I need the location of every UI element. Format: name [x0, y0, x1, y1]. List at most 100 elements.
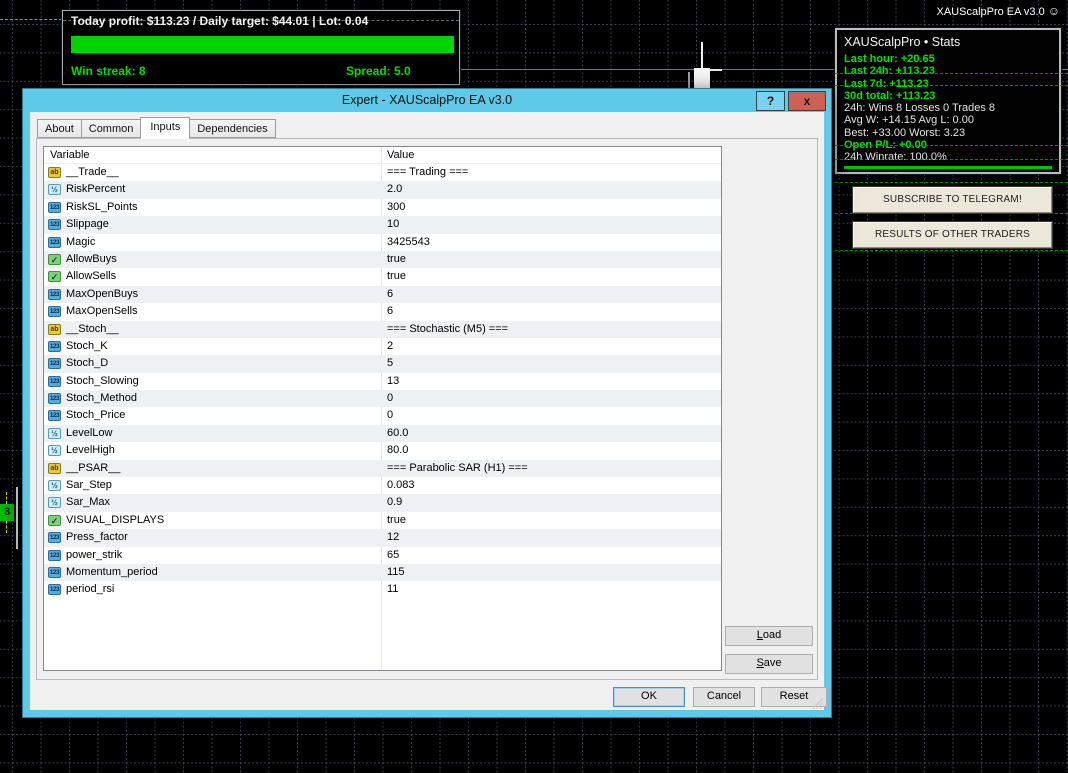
save-button[interactable]: Save	[725, 654, 813, 674]
param-row-RiskSL_Points[interactable]: 123 RiskSL_Points 300	[44, 199, 721, 216]
param-value[interactable]: 2.0	[387, 181, 402, 198]
cancel-button[interactable]: Cancel	[693, 687, 755, 707]
param-row-Stoch_Method[interactable]: 123 Stoch_Method 0	[44, 390, 721, 408]
param-row-VISUAL_DISPLAYS[interactable]: ✓ VISUAL_DISPLAYS true	[44, 512, 721, 529]
int-type-icon: 123	[48, 219, 61, 231]
tab-dependencies[interactable]: Dependencies	[189, 119, 276, 138]
yellow-dash-line	[6, 521, 7, 533]
price-tick	[710, 69, 722, 71]
param-row-period_rsi[interactable]: 123 period_rsi 11	[44, 581, 721, 598]
param-row-__Trade__[interactable]: ab __Trade__ === Trading ===	[44, 164, 721, 181]
param-name: AllowBuys	[66, 252, 117, 265]
param-value[interactable]: === Parabolic SAR (H1) ===	[387, 460, 528, 477]
param-value[interactable]: true	[387, 268, 406, 285]
dialog-title: Expert - XAUScalpPro EA v3.0	[341, 93, 513, 107]
int-type-icon: 123	[48, 393, 61, 405]
param-value[interactable]: 5	[387, 355, 393, 372]
tab-inputs[interactable]: Inputs	[140, 117, 191, 139]
param-row-Stoch_K[interactable]: 123 Stoch_K 2	[44, 338, 721, 355]
win-streak-label: Win streak: 8	[71, 64, 146, 78]
param-row-MaxOpenSells[interactable]: 123 MaxOpenSells 6	[44, 303, 721, 320]
load-button[interactable]: Load	[725, 626, 813, 646]
param-name: __Trade__	[66, 166, 119, 178]
param-row-LevelLow[interactable]: ½ LevelLow 60.0	[44, 424, 721, 443]
param-value[interactable]: 300	[387, 199, 405, 216]
close-button[interactable]: x	[788, 91, 826, 111]
param-row-LevelHigh[interactable]: ½ LevelHigh 80.0	[44, 442, 721, 459]
param-value[interactable]: 65	[387, 547, 399, 564]
int-type-icon: 123	[48, 288, 61, 300]
param-value[interactable]: 11	[387, 581, 398, 598]
dbl-type-icon: ½	[48, 497, 61, 509]
stats-line: Last 24h: +113.23	[844, 65, 935, 78]
param-value[interactable]: 6	[387, 286, 393, 303]
dbl-type-icon: ½	[48, 427, 61, 439]
param-value[interactable]: 0.083	[387, 477, 415, 494]
param-row-power_strik[interactable]: 123 power_strik 65	[44, 547, 721, 564]
param-row-Stoch_D[interactable]: 123 Stoch_D 5	[44, 355, 721, 373]
spread-label: Spread: 5.0	[346, 64, 411, 78]
param-row-RiskPercent[interactable]: ½ RiskPercent 2.0	[44, 181, 721, 199]
str-type-icon: ab	[48, 323, 61, 335]
resize-grip[interactable]	[812, 698, 823, 709]
price-marker-badge: 3	[0, 504, 14, 521]
param-value[interactable]: 3425543	[387, 234, 430, 251]
param-name: Stoch_Slowing	[66, 374, 139, 387]
bool-type-icon: ✓	[48, 253, 61, 265]
tab-common[interactable]: Common	[80, 119, 142, 138]
param-name: power_strik	[66, 548, 123, 561]
int-type-icon: 123	[48, 410, 61, 422]
help-button[interactable]: ?	[756, 91, 785, 111]
param-row-Press_factor[interactable]: 123 Press_factor 12	[44, 529, 721, 547]
param-value[interactable]: === Trading ===	[387, 164, 468, 181]
param-value[interactable]: 0	[387, 407, 393, 424]
param-row-Stoch_Slowing[interactable]: 123 Stoch_Slowing 13	[44, 373, 721, 390]
parameters-table: Variable Value ab __Trade__ === Trading ==…	[43, 146, 722, 671]
param-row-__Stoch__[interactable]: ab __Stoch__ === Stochastic (M5) ===	[44, 320, 721, 338]
dbl-type-icon: ½	[48, 184, 61, 196]
param-value[interactable]: 0.9	[387, 494, 402, 511]
candle-wick-small	[688, 72, 690, 89]
param-name: __PSAR__	[66, 461, 121, 474]
stats-line: 24h: Wins 8 Losses 0 Trades 8	[844, 102, 996, 115]
param-row-MaxOpenBuys[interactable]: 123 MaxOpenBuys 6	[44, 285, 721, 304]
param-value[interactable]: 60.0	[387, 425, 408, 442]
param-name: MaxOpenSells	[66, 305, 138, 318]
stats-line: Last 7d: +113.23	[844, 77, 929, 90]
param-row-Stoch_Price[interactable]: 123 Stoch_Price 0	[44, 407, 721, 424]
param-value[interactable]: 2	[387, 338, 393, 355]
param-value[interactable]: true	[387, 512, 406, 529]
tab-about[interactable]: About	[37, 119, 82, 138]
param-row-Momentum_period[interactable]: 123 Momentum_period 115	[44, 563, 721, 582]
param-value[interactable]: 0	[387, 390, 393, 407]
param-row-Slippage[interactable]: 123 Slippage 10	[44, 216, 721, 234]
results-other-traders-button[interactable]: RESULTS OF OTHER TRADERS	[853, 222, 1052, 248]
param-value[interactable]: true	[387, 251, 406, 268]
int-type-icon: 123	[48, 566, 61, 578]
ok-button[interactable]: OK	[613, 687, 685, 707]
param-value[interactable]: 115	[387, 564, 405, 581]
profit-header: Today profit: $113.23 / Daily target: $4…	[71, 14, 369, 28]
param-row-AllowBuys[interactable]: ✓ AllowBuys true	[44, 250, 721, 269]
table-header: Variable Value	[44, 147, 721, 164]
param-value[interactable]: 12	[387, 529, 399, 546]
tab-strip: About Common Inputs Dependencies	[37, 117, 276, 139]
param-row-__PSAR__[interactable]: ab __PSAR__ === Parabolic SAR (H1) ===	[44, 459, 721, 478]
param-row-Sar_Max[interactable]: ½ Sar_Max 0.9	[44, 494, 721, 512]
dialog-client-area: About Common Inputs Dependencies Variable V…	[30, 112, 827, 710]
param-value[interactable]: 10	[387, 216, 399, 233]
open-pl-label: Open P/L: +0.00	[844, 139, 927, 152]
ea-name-text: XAUScalpPro EA v3.0	[936, 6, 1045, 18]
param-name: Magic	[66, 235, 96, 248]
subscribe-telegram-button[interactable]: SUBSCRIBE TO TELEGRAM!	[853, 187, 1052, 213]
param-value[interactable]: 13	[387, 373, 399, 390]
param-row-Sar_Step[interactable]: ½ Sar_Step 0.083	[44, 477, 721, 494]
param-row-Magic[interactable]: 123 Magic 3425543	[44, 234, 721, 251]
param-value[interactable]: 6	[387, 303, 393, 320]
inputs-tab-page: Variable Value ab __Trade__ === Trading ==…	[36, 138, 818, 680]
param-name: Stoch_Price	[66, 409, 126, 422]
winrate-progress-bar	[844, 165, 1052, 169]
param-row-AllowSells[interactable]: ✓ AllowSells true	[44, 268, 721, 285]
param-value[interactable]: === Stochastic (M5) ===	[387, 321, 508, 338]
param-value[interactable]: 80.0	[387, 442, 408, 459]
